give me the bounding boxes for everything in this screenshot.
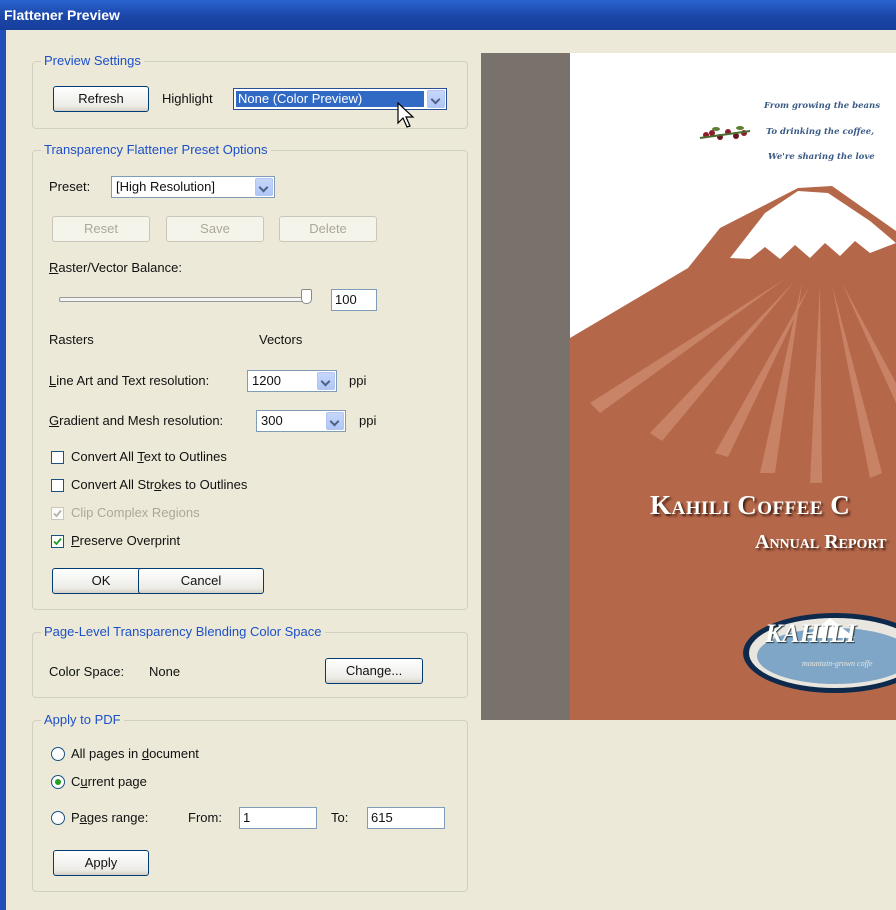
line-art-resolution-value: 1200 — [252, 373, 281, 388]
change-color-space-button[interactable]: Change... — [325, 658, 423, 684]
refresh-button[interactable]: Refresh — [53, 86, 149, 112]
preset-label: Preset: — [49, 179, 91, 194]
motto-line-2: To drinking the coffee, — [766, 127, 875, 137]
chevron-down-icon[interactable] — [427, 90, 445, 108]
preserve-overprint-checkbox[interactable] — [51, 535, 64, 548]
reset-button[interactable]: Reset — [52, 216, 150, 242]
convert-text-label[interactable]: Convert All Text to Outlines — [71, 449, 227, 465]
pages-range-radio[interactable] — [51, 811, 65, 825]
group-legend: Page-Level Transparency Blending Color S… — [41, 624, 325, 639]
logo-tagline: mountain-grown coffe — [802, 659, 873, 668]
flattener-preview-pane[interactable]: From growing the beans To drinking the c… — [481, 53, 896, 720]
checkmark-icon — [53, 537, 62, 546]
chevron-down-icon[interactable] — [255, 178, 273, 196]
balance-slider-track[interactable] — [59, 297, 311, 302]
highlight-label: Highlight — [162, 91, 213, 106]
preset-options-group: Transparency Flattener Preset Options Pr… — [32, 142, 468, 610]
all-pages-label[interactable]: All pages in document — [71, 746, 199, 762]
report-title: Annual Report — [755, 531, 887, 553]
company-title: Kahili Coffee C — [650, 490, 851, 520]
delete-button[interactable]: Delete — [279, 216, 377, 242]
highlight-select-value: None (Color Preview) — [238, 91, 363, 106]
logo-text: KAHILI — [765, 619, 857, 648]
current-page-radio[interactable] — [51, 775, 65, 789]
line-art-resolution-select[interactable]: 1200 — [247, 370, 337, 392]
gradient-resolution-label: Gradient and Mesh resolution: — [49, 413, 224, 428]
group-legend: Preview Settings — [41, 53, 144, 68]
gradient-unit: ppi — [359, 413, 377, 428]
apply-to-pdf-group: Apply to PDF All pages in document Curre… — [32, 712, 468, 892]
preset-select[interactable]: [High Resolution] — [111, 176, 275, 198]
motto-line-1: From growing the beans — [764, 101, 881, 111]
color-space-label: Color Space: — [49, 664, 125, 679]
group-legend: Transparency Flattener Preset Options — [41, 142, 271, 157]
coffee-cherries-icon — [699, 126, 751, 140]
checkmark-icon — [53, 509, 62, 518]
window-title: Flattener Preview — [4, 7, 120, 23]
line-art-resolution-label: Line Art and Text resolution: — [49, 373, 210, 388]
ok-button[interactable]: OK — [52, 568, 150, 594]
preview-page: From growing the beans To drinking the c… — [570, 53, 896, 720]
pages-range-label[interactable]: Pages range: — [71, 810, 148, 826]
vectors-label: Vectors — [259, 332, 303, 347]
balance-slider-thumb[interactable] — [301, 289, 312, 304]
chevron-down-icon[interactable] — [326, 412, 344, 430]
cancel-button[interactable]: Cancel — [138, 568, 264, 594]
group-legend: Apply to PDF — [41, 712, 124, 727]
gradient-resolution-select[interactable]: 300 — [256, 410, 346, 432]
gradient-resolution-value: 300 — [261, 413, 283, 428]
mouse-cursor-icon — [397, 102, 415, 128]
window-title-bar: Flattener Preview — [0, 0, 896, 30]
preset-select-value: [High Resolution] — [116, 179, 215, 194]
clip-regions-label[interactable]: Clip Complex Regions — [71, 505, 200, 521]
raster-vector-balance-label: Raster/Vector Balance: — [49, 260, 182, 275]
from-label: From: — [188, 810, 222, 825]
rasters-label: Rasters — [49, 332, 94, 347]
save-button[interactable]: Save — [166, 216, 264, 242]
current-page-label[interactable]: Current page — [71, 774, 147, 790]
convert-text-checkbox[interactable] — [51, 451, 64, 464]
blending-color-space-group: Page-Level Transparency Blending Color S… — [32, 624, 468, 698]
to-page-input[interactable]: 615 — [367, 807, 445, 829]
apply-button[interactable]: Apply — [53, 850, 149, 876]
all-pages-radio[interactable] — [51, 747, 65, 761]
motto-line-3: We're sharing the love — [768, 152, 875, 162]
chevron-down-icon[interactable] — [317, 372, 335, 390]
color-space-value: None — [149, 664, 181, 679]
line-art-unit: ppi — [349, 373, 367, 388]
balance-value-input[interactable]: 100 — [331, 289, 377, 311]
to-label: To: — [331, 810, 349, 825]
preserve-overprint-label[interactable]: Preserve Overprint — [71, 533, 180, 549]
convert-strokes-checkbox[interactable] — [51, 479, 64, 492]
from-page-input[interactable]: 1 — [239, 807, 317, 829]
clip-regions-checkbox[interactable] — [51, 507, 64, 520]
convert-strokes-label[interactable]: Convert All Strokes to Outlines — [71, 477, 247, 493]
